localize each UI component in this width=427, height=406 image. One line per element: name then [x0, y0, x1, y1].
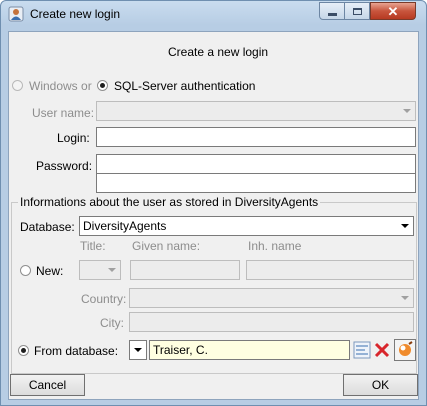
chevron-down-icon: [401, 224, 409, 228]
sql-auth-label: SQL-Server authentication: [114, 79, 256, 93]
from-database-value-field[interactable]: Traiser, C.: [149, 340, 350, 360]
browse-agent-button[interactable]: [394, 339, 416, 361]
given-name-label: Given name:: [132, 239, 201, 253]
city-input[interactable]: [129, 312, 414, 332]
title-label: Title:: [80, 239, 106, 253]
chevron-down-icon: [403, 109, 411, 113]
from-database-dropdown[interactable]: [129, 340, 147, 360]
database-combo[interactable]: DiversityAgents: [79, 216, 414, 236]
from-database-dropdown-button[interactable]: [131, 342, 145, 358]
dialog-window: Create new login ✕ Create a new login Wi…: [0, 0, 427, 406]
country-dropdown-button[interactable]: [398, 290, 412, 306]
database-dropdown-button[interactable]: [398, 218, 412, 234]
from-database-value: Traiser, C.: [153, 343, 208, 357]
user-name-combo[interactable]: [96, 101, 416, 121]
remove-link-button[interactable]: [372, 340, 392, 360]
maximize-button[interactable]: [345, 2, 370, 20]
open-agent-link-button[interactable]: [352, 340, 372, 360]
ok-button[interactable]: OK: [343, 374, 418, 396]
cancel-button[interactable]: Cancel: [10, 374, 85, 396]
delete-x-icon: [372, 342, 392, 363]
agent-browse-icon: [395, 341, 415, 363]
login-label: Login:: [57, 131, 90, 145]
new-agent-radio[interactable]: [20, 265, 31, 276]
country-label: Country:: [81, 292, 127, 306]
inh-name-input[interactable]: [246, 260, 414, 280]
chevron-down-icon: [401, 296, 409, 300]
minimize-button[interactable]: [319, 2, 345, 20]
country-combo[interactable]: [129, 288, 414, 308]
new-agent-label: New:: [36, 264, 64, 278]
windows-auth-radio[interactable]: [12, 80, 23, 91]
close-icon: ✕: [387, 3, 399, 19]
city-label: City:: [100, 316, 124, 330]
sql-auth-radio[interactable]: [97, 80, 108, 91]
windows-auth-label: Windows or: [29, 79, 92, 93]
given-name-input[interactable]: [130, 260, 240, 280]
password-input[interactable]: [96, 154, 416, 174]
user-name-label: User name:: [32, 106, 95, 120]
minimize-icon: [327, 12, 337, 16]
from-database-label: From database:: [34, 344, 119, 358]
database-value: DiversityAgents: [83, 219, 167, 233]
chevron-down-icon: [134, 348, 142, 352]
dialog-heading: Create a new login: [168, 45, 269, 59]
title-dropdown-button[interactable]: [105, 262, 119, 278]
password-label: Password:: [36, 159, 93, 173]
user-login-icon: [8, 6, 24, 22]
user-name-dropdown-button[interactable]: [400, 103, 414, 119]
close-button[interactable]: ✕: [370, 2, 416, 20]
maximize-icon: [352, 7, 362, 15]
chevron-down-icon: [108, 268, 116, 272]
agents-group-title: Informations about the user as stored in…: [18, 195, 321, 209]
agents-info-group: Informations about the user as stored in…: [11, 195, 417, 374]
login-input[interactable]: [96, 127, 416, 147]
title-combo[interactable]: [79, 260, 121, 280]
database-link-icon: [352, 341, 372, 363]
window-title: Create new login: [30, 7, 121, 21]
title-bar[interactable]: Create new login ✕: [1, 1, 426, 27]
password-confirm-input[interactable]: [96, 173, 416, 193]
inh-name-label: Inh. name: [248, 239, 302, 253]
dialog-client-area: Create a new login Windows or SQL-Server…: [8, 31, 419, 400]
from-database-radio[interactable]: [18, 345, 29, 356]
database-label: Database:: [20, 220, 75, 234]
